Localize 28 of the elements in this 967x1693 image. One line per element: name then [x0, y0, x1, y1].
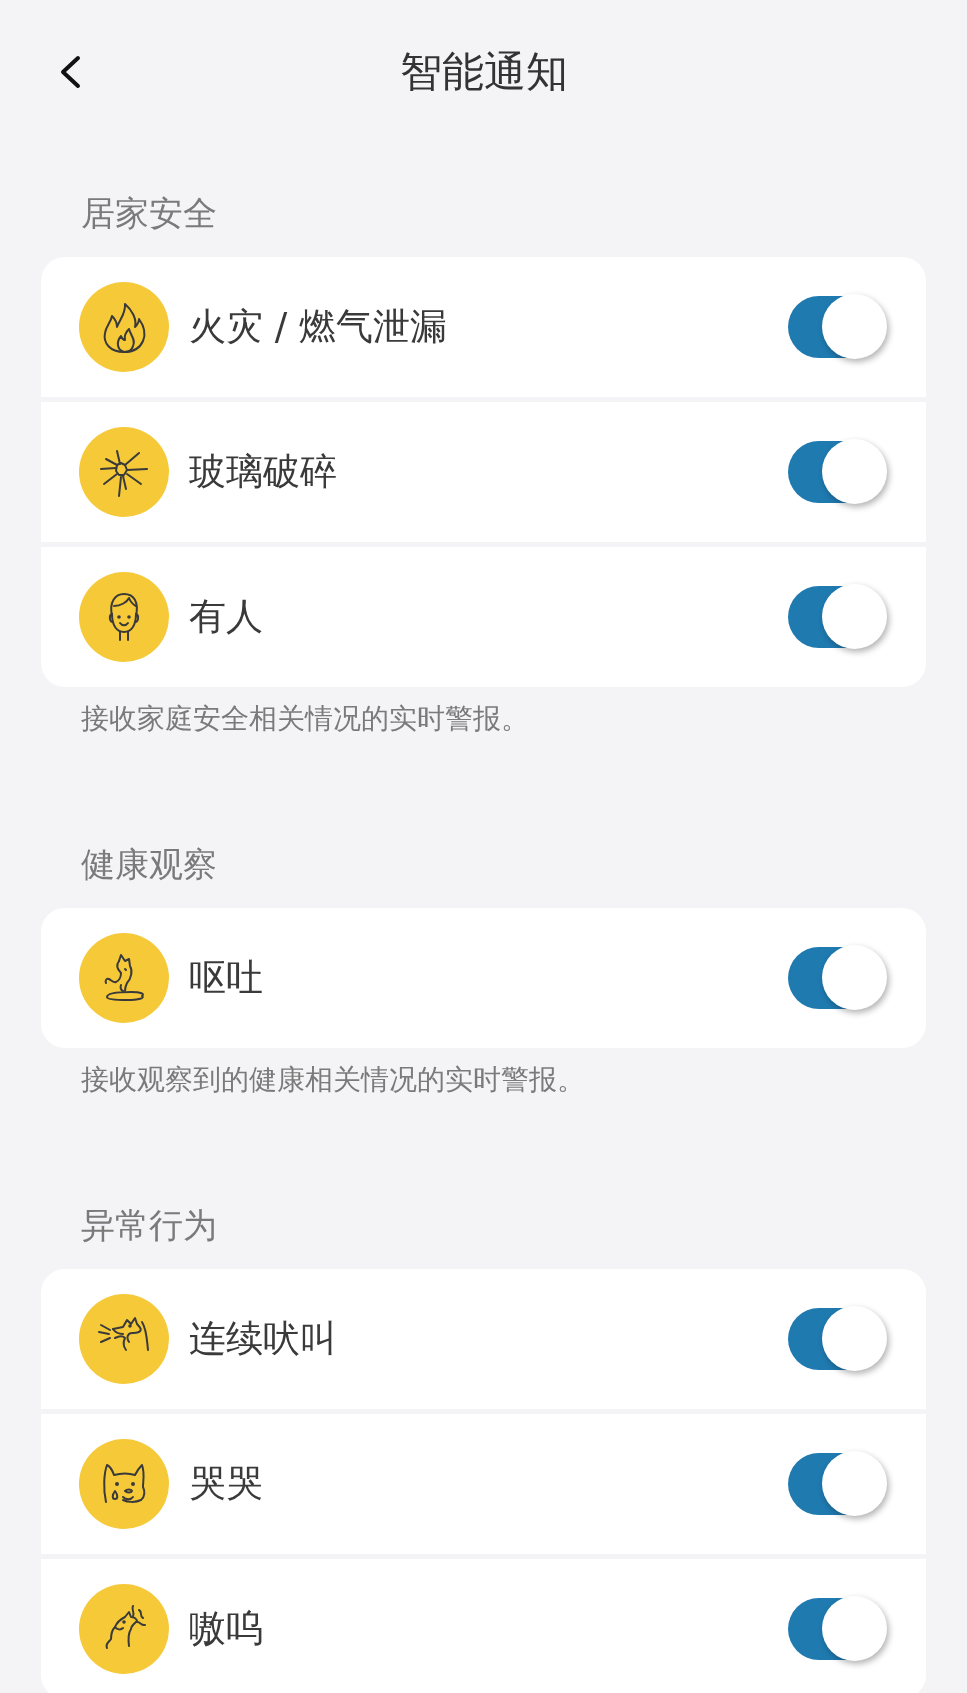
toggle-switch[interactable]	[788, 439, 887, 505]
section-note: 接收观察到的健康相关情况的实时警报。	[81, 1062, 585, 1098]
cracked-glass-icon	[79, 427, 169, 517]
toggle-switch[interactable]	[788, 294, 887, 360]
dog-puddle-icon	[79, 933, 169, 1023]
setting-label: 呕吐	[189, 955, 264, 1001]
setting-label: 有人	[189, 594, 264, 640]
toggle-switch[interactable]	[788, 1596, 887, 1662]
section-header: 异常行为	[81, 1204, 217, 1247]
toggle-switch[interactable]	[788, 945, 887, 1011]
crying-dog-icon	[79, 1439, 169, 1529]
toggle-switch[interactable]	[788, 1451, 887, 1517]
setting-label: 哭哭	[189, 1461, 264, 1507]
toggle-switch[interactable]	[788, 584, 887, 650]
setting-label: 火灾 / 燃气泄漏	[189, 304, 448, 350]
fire-icon	[79, 282, 169, 372]
setting-label: 玻璃破碎	[189, 449, 338, 495]
section-header: 健康观察	[81, 843, 217, 886]
howling-dog-icon	[79, 1584, 169, 1674]
section-header: 居家安全	[81, 192, 217, 235]
barking-dog-icon	[79, 1294, 169, 1384]
section-note: 接收家庭安全相关情况的实时警报。	[81, 701, 529, 737]
page-title: 智能通知	[399, 46, 568, 98]
setting-label: 嗷呜	[189, 1606, 264, 1652]
toggle-switch[interactable]	[788, 1306, 887, 1372]
boy-face-icon	[79, 572, 169, 662]
back-icon[interactable]	[59, 55, 81, 89]
setting-label: 连续吠叫	[189, 1316, 338, 1362]
